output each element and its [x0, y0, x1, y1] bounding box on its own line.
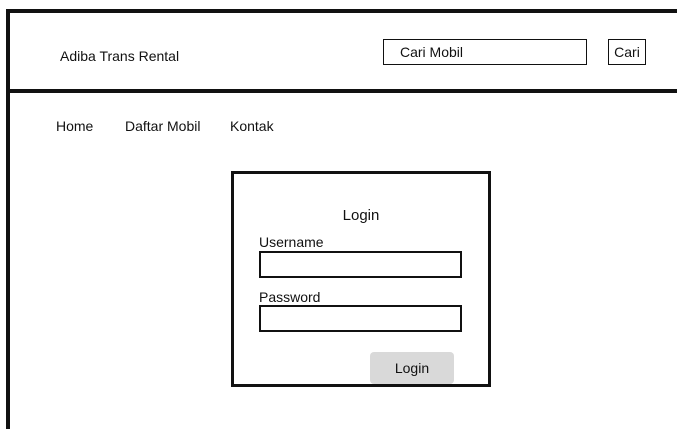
password-label: Password: [259, 289, 321, 305]
login-button[interactable]: Login: [370, 352, 454, 384]
search-input[interactable]: [383, 39, 587, 65]
nav-item-daftar-mobil[interactable]: Daftar Mobil: [125, 118, 200, 134]
nav-item-kontak[interactable]: Kontak: [230, 118, 274, 134]
login-form: Login Username Password Login: [231, 171, 491, 387]
site-header: Adiba Trans Rental Cari: [10, 13, 677, 93]
password-field[interactable]: [259, 305, 462, 332]
login-title: Login: [342, 207, 380, 224]
site-brand: Adiba Trans Rental: [60, 48, 180, 64]
username-field[interactable]: [259, 251, 462, 278]
search-button[interactable]: Cari: [608, 39, 646, 65]
page-frame: Adiba Trans Rental Cari Home Daftar Mobi…: [6, 9, 677, 429]
nav-item-home[interactable]: Home: [56, 118, 93, 134]
username-label: Username: [259, 234, 324, 250]
